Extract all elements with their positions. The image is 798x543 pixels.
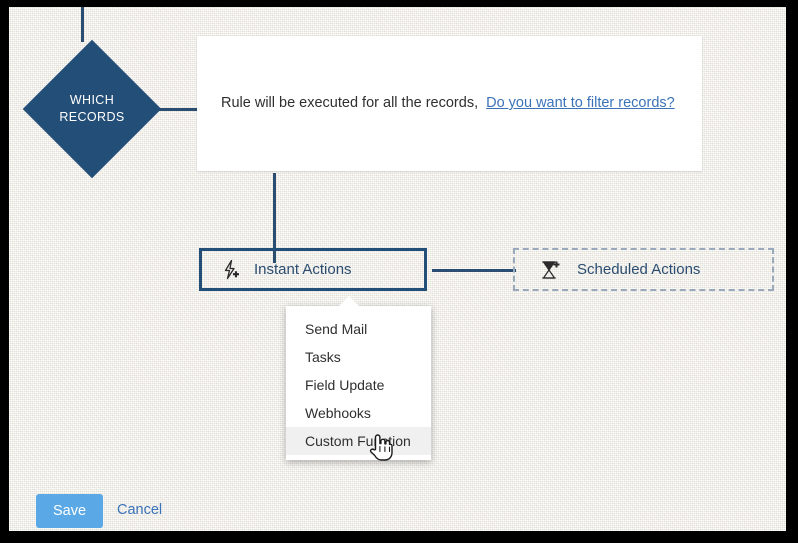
cancel-button[interactable]: Cancel — [117, 502, 162, 518]
save-button[interactable]: Save — [36, 494, 103, 528]
menu-item-tasks[interactable]: Tasks — [286, 343, 431, 371]
menu-item-custom-function[interactable]: Custom Function — [286, 427, 431, 455]
lightning-bolt-plus-icon — [216, 259, 246, 281]
rule-text-row: Rule will be executed for all the record… — [221, 95, 675, 111]
scheduled-actions-button[interactable]: Scheduled Actions — [513, 248, 774, 291]
scheduled-actions-label: Scheduled Actions — [577, 261, 701, 278]
menu-item-webhooks[interactable]: Webhooks — [286, 399, 431, 427]
filter-records-link[interactable]: Do you want to filter records? — [486, 95, 675, 111]
connector-instant-to-scheduled — [432, 269, 516, 272]
instant-actions-dropdown-menu: Send Mail Tasks Field Update Webhooks Cu… — [286, 296, 431, 460]
menu-item-field-update[interactable]: Field Update — [286, 371, 431, 399]
hourglass-plus-icon — [537, 259, 563, 281]
instant-actions-label: Instant Actions — [254, 261, 352, 278]
rule-criteria-panel: Rule will be executed for all the record… — [197, 36, 702, 171]
instant-actions-button[interactable]: Instant Actions — [199, 248, 427, 291]
menu-item-send-mail[interactable]: Send Mail — [286, 315, 431, 343]
connector-top — [81, 7, 84, 42]
decision-node-which-records[interactable]: WHICH RECORDS — [22, 39, 162, 179]
window-frame: WHICH RECORDS Rule will be executed for … — [0, 0, 798, 543]
workflow-canvas: WHICH RECORDS Rule will be executed for … — [9, 7, 786, 531]
decision-node-label: WHICH RECORDS — [59, 93, 125, 124]
menu-caret — [338, 296, 360, 307]
rule-description-text: Rule will be executed for all the record… — [221, 95, 479, 111]
